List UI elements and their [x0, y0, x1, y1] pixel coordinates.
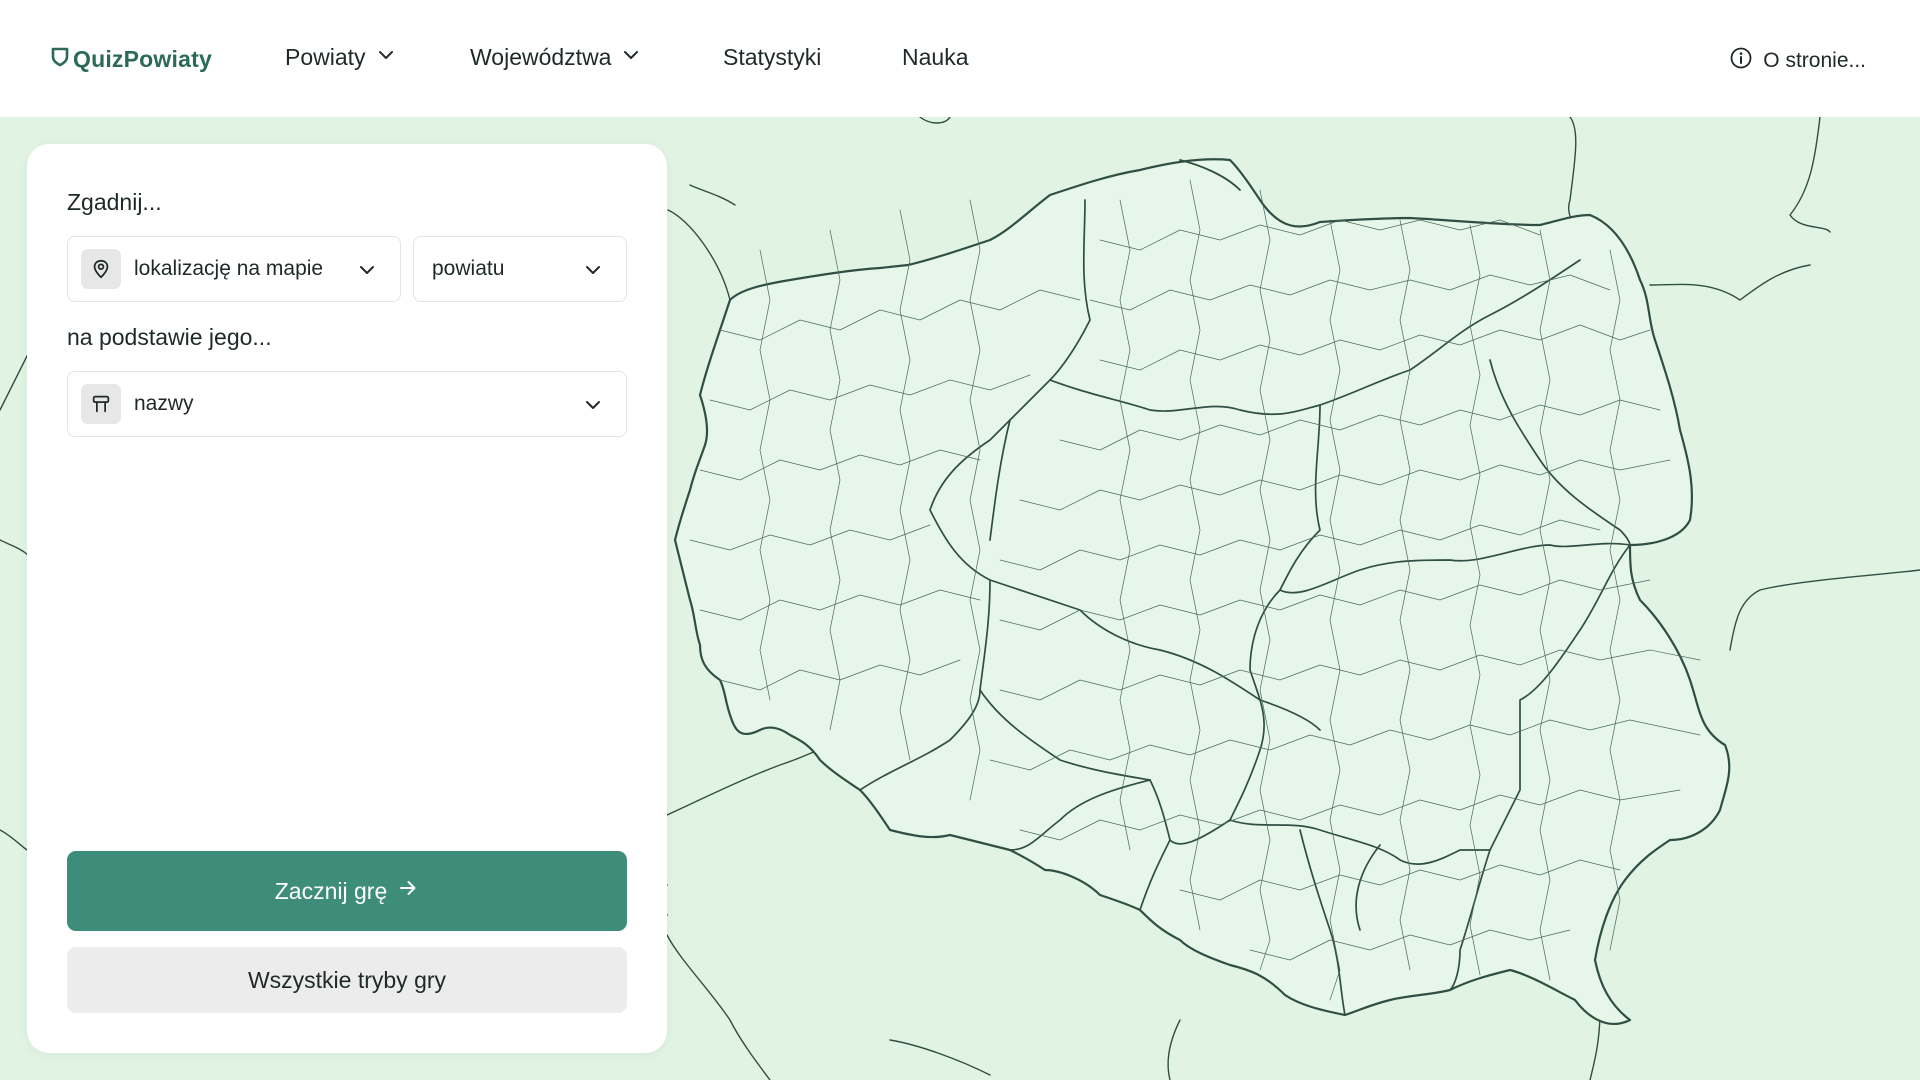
- nav-statystyki-link[interactable]: Statystyki: [723, 44, 821, 71]
- chevron-down-icon: [621, 44, 641, 71]
- about-link[interactable]: O stronie...: [1729, 46, 1866, 76]
- nav-statystyki-label: Statystyki: [723, 44, 822, 70]
- info-icon: [1729, 46, 1753, 76]
- chevron-down-icon: [586, 401, 600, 409]
- all-game-modes-label: Wszystkie tryby gry: [247, 966, 447, 993]
- chevron-down-icon: [376, 44, 396, 71]
- based-on-label: na podstawie jego...: [67, 324, 272, 350]
- guess-target-value: lokalizację na mapie: [134, 257, 324, 280]
- brand-name: QuizPowiaty: [73, 46, 212, 72]
- start-game-button[interactable]: Zacznij grę: [67, 851, 627, 931]
- guess-target-select[interactable]: lokalizację na mapie: [67, 236, 401, 302]
- arrow-right-icon: [397, 877, 419, 905]
- chevron-down-icon: [586, 266, 600, 274]
- nav-wojewodztwa-label: Województwa: [470, 44, 612, 70]
- top-navbar: QuizPowiaty Powiaty Województwa Statysty…: [0, 0, 1920, 117]
- guess-label: Zgadnij...: [67, 189, 162, 215]
- brand-logo[interactable]: QuizPowiaty: [51, 46, 212, 73]
- hint-type-value: nazwy: [134, 392, 194, 415]
- hint-type-select[interactable]: nazwy: [67, 371, 627, 437]
- nav-wojewodztwa-dropdown[interactable]: Województwa: [470, 44, 641, 71]
- nav-powiaty-dropdown[interactable]: Powiaty: [285, 44, 396, 71]
- map-pin-icon: [81, 249, 121, 289]
- about-label: O stronie...: [1763, 49, 1866, 72]
- nav-nauka-label: Nauka: [902, 44, 969, 70]
- guess-unit-value: powiatu: [432, 257, 505, 280]
- all-game-modes-button[interactable]: Wszystkie tryby gry: [67, 947, 627, 1013]
- nav-powiaty-label: Powiaty: [285, 44, 366, 70]
- chevron-down-icon: [360, 266, 374, 274]
- nav-nauka-link[interactable]: Nauka: [902, 44, 968, 71]
- shield-icon: [51, 46, 69, 73]
- game-setup-panel: Zgadnij... lokalizację na mapie powiatu …: [27, 144, 667, 1053]
- poland-border: [673, 158, 1731, 1025]
- guess-unit-select[interactable]: powiatu: [413, 236, 627, 302]
- signpost-icon: [81, 384, 121, 424]
- start-game-label: Zacznij grę: [274, 877, 388, 904]
